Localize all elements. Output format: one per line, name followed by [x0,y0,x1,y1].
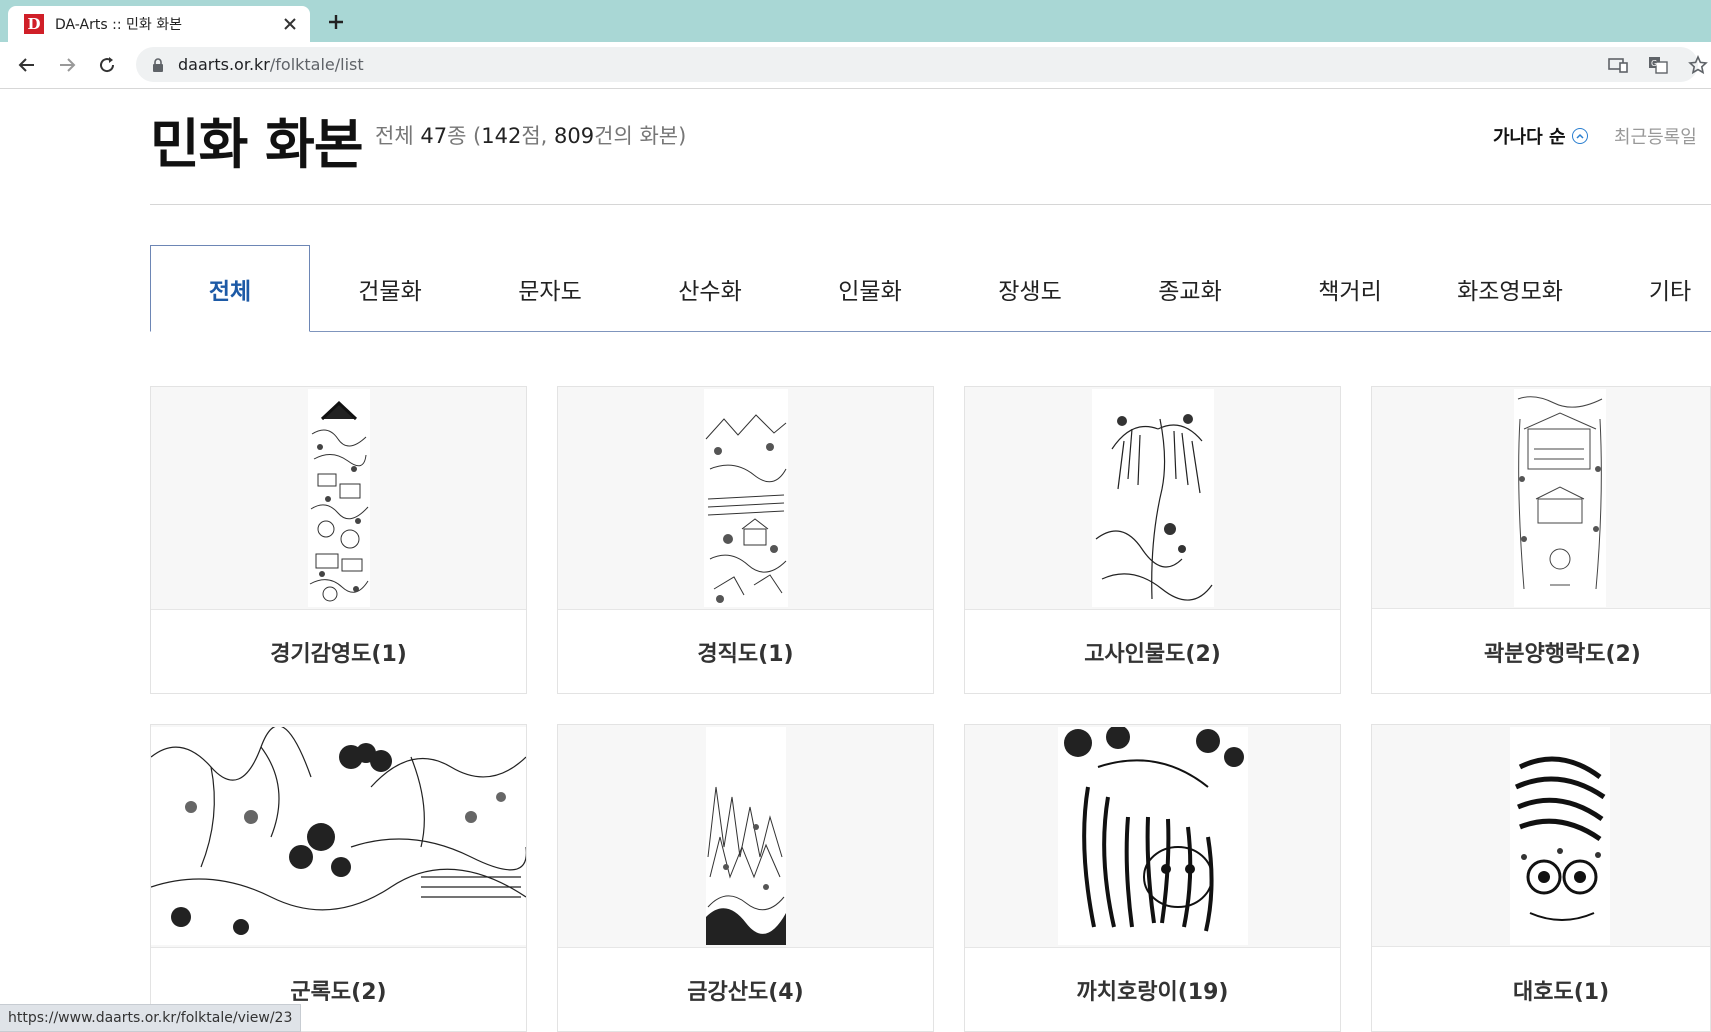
item-title[interactable]: 곽분양행락도(2) [1372,610,1710,694]
item-title[interactable]: 대호도(1) [1372,948,1710,1032]
list-item[interactable]: 경직도(1) [557,386,934,694]
count-items-unit: 점, [521,124,555,148]
artwork-sketch-image [1510,726,1610,945]
header-divider [150,204,1711,205]
artwork-thumbnail[interactable] [1372,725,1710,947]
item-title[interactable]: 까치호랑이(19) [965,948,1340,1032]
browser-toolbar: daarts.or.kr/folktale/list G [0,42,1711,89]
list-item[interactable]: 대호도(1) [1371,724,1711,1032]
url-path: /folktale/list [269,55,364,74]
tab-other[interactable]: 기타 [1590,245,1711,332]
new-tab-plus-icon[interactable] [322,8,350,36]
artwork-sketch-image [1091,389,1214,607]
count-kinds-unit: 종 ( [447,124,482,148]
tab-flower-bird[interactable]: 화조영모화 [1430,245,1590,332]
tab-figure[interactable]: 인물화 [790,245,950,332]
tab-religious[interactable]: 종교화 [1110,245,1270,332]
list-item[interactable]: 금강산도(4) [557,724,934,1032]
sort-recent-button[interactable]: 최근등록일 [1614,123,1697,149]
artwork-sketch-image [703,389,788,607]
sort-alphabetical-label: 가나다 순 [1493,127,1566,148]
url-host: daarts.or.kr [178,55,270,74]
artwork-sketch-image [705,727,786,945]
artwork-sketch-image [151,727,526,945]
lock-icon [152,57,164,76]
bookmark-star-icon[interactable] [1686,53,1710,77]
tab-munjado[interactable]: 문자도 [470,245,630,332]
total-count: 전체 47종 (142점, 809건의 화본) [375,120,686,150]
cast-device-icon[interactable] [1606,53,1630,77]
page-title: 민화 화본 [150,113,364,176]
list-item[interactable]: 까치호랑이(19) [964,724,1341,1032]
address-bar[interactable]: daarts.or.kr/folktale/list G [136,47,1708,82]
list-item[interactable]: 곽분양행락도(2) [1371,386,1711,694]
item-title[interactable]: 고사인물도(2) [965,610,1340,694]
browser-tab-strip: D DA-Arts :: 민화 화본 [0,0,1711,42]
count-drafts: 809 [554,124,595,148]
artwork-sketch-image [1057,727,1248,945]
tab-chaekgeori[interactable]: 책거리 [1270,245,1430,332]
url-text: daarts.or.kr/folktale/list [178,55,364,74]
tab-longevity[interactable]: 장생도 [950,245,1110,332]
tab-architecture[interactable]: 건물화 [310,245,470,332]
artwork-thumbnail[interactable] [151,725,526,948]
artwork-thumbnail[interactable] [558,725,933,948]
item-title[interactable]: 경직도(1) [558,610,933,694]
artwork-thumbnail[interactable] [151,387,526,610]
translate-icon[interactable]: G [1646,53,1670,77]
sort-alphabetical-button[interactable]: 가나다 순 [1493,123,1588,149]
item-title[interactable]: 금강산도(4) [558,948,933,1032]
svg-text:G: G [1651,59,1657,68]
list-item[interactable]: 경기감영도(1) [150,386,527,694]
tab-title: DA-Arts :: 민화 화본 [55,17,182,33]
reload-icon[interactable] [92,50,122,80]
count-kinds: 47 [420,124,448,148]
artwork-thumbnail[interactable] [965,725,1340,948]
artwork-sketch-image [307,389,370,607]
list-item[interactable]: 고사인물도(2) [964,386,1341,694]
chevron-up-circle-icon [1571,128,1588,144]
forward-arrow-icon[interactable] [52,50,82,80]
count-prefix: 전체 [375,124,421,148]
tab-landscape[interactable]: 산수화 [630,245,790,332]
browser-tab[interactable]: D DA-Arts :: 민화 화본 [8,6,310,42]
artwork-thumbnail[interactable] [1372,387,1710,609]
category-tabs: 전체 건물화 문자도 산수화 인물화 장생도 종교화 책거리 화조영모화 기타 [150,245,1711,332]
artwork-sketch-image [1514,388,1606,607]
item-title[interactable]: 경기감영도(1) [151,610,526,694]
tab-all[interactable]: 전체 [150,245,310,332]
site-favicon: D [24,14,44,34]
count-drafts-unit: 건의 화본) [594,124,687,148]
close-tab-icon[interactable] [278,12,302,36]
list-item[interactable]: 군록도(2) [150,724,527,1032]
count-items: 142 [481,124,522,148]
back-arrow-icon[interactable] [12,50,42,80]
artwork-thumbnail[interactable] [965,387,1340,610]
status-url-bar: https://www.daarts.or.kr/folktale/view/2… [0,1004,302,1032]
artwork-thumbnail[interactable] [558,387,933,610]
